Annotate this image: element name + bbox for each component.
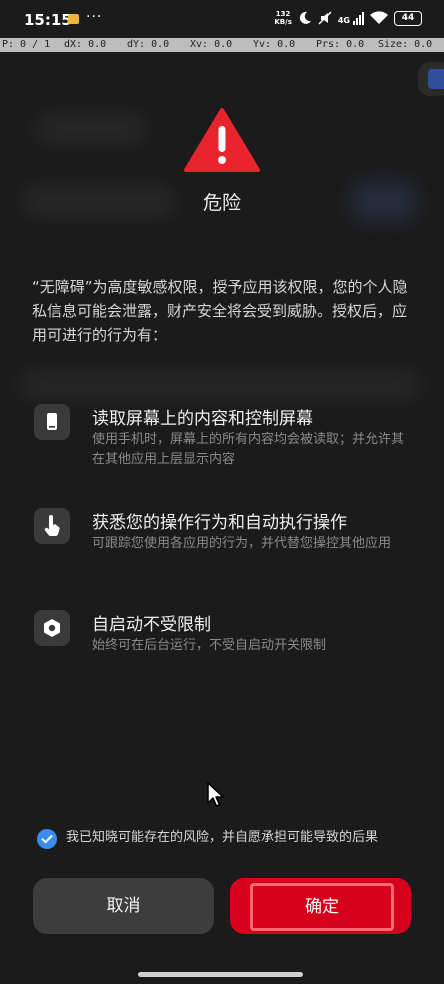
permission-title: 读取屏幕上的内容和控制屏幕 [92, 409, 313, 429]
dialog-description: “无障碍”为高度敏感权限，授予应用该权限，您的个人隐私信息可能会泄露，财产安全将… [32, 278, 408, 344]
permission-title: 自启动不受限制 [92, 615, 211, 635]
consent-checkbox[interactable] [37, 829, 57, 849]
mute-icon [318, 11, 332, 25]
confirm-button-label: 确定 [250, 883, 394, 931]
status-time: 15:15 [24, 11, 72, 29]
debug-size: Size: 0.0 [378, 39, 433, 50]
hexagon-gear-icon [34, 610, 70, 646]
debug-prs: Prs: 0.0 [316, 39, 365, 50]
debug-p: P: 0 / 1 [2, 39, 51, 50]
notification-icon [68, 14, 79, 24]
battery-icon: 44 [394, 10, 422, 26]
status-icons: 132 KB/s 4G 44 [274, 10, 422, 26]
confirm-button[interactable]: 确定 [230, 878, 411, 934]
floating-edge-tab[interactable] [418, 62, 444, 96]
permission-subtitle: 可跟踪您使用各应用的行为，并代替您操控其他应用 [92, 536, 392, 551]
touch-hand-icon [34, 508, 70, 544]
debug-dx: dX: 0.0 [64, 39, 107, 50]
signal-4g-icon: 4G [338, 11, 364, 25]
permission-subtitle: 使用手机时，屏幕上的所有内容均会被读取；并允许其在其他应用上层显示内容 [92, 432, 405, 467]
warning-triangle-icon [184, 108, 260, 172]
phone-screen-icon [34, 404, 70, 440]
background-blur-1 [36, 115, 146, 143]
status-bar: 15:15 ··· 132 KB/s 4G 44 [0, 0, 444, 38]
wifi-icon [370, 11, 388, 24]
cancel-button[interactable]: 取消 [33, 878, 214, 934]
debug-yv: Yv: 0.0 [253, 39, 296, 50]
mouse-cursor-icon [207, 782, 224, 807]
debug-dy: dY: 0.0 [127, 39, 170, 50]
dnd-moon-icon [299, 11, 311, 24]
background-blur-4 [20, 372, 420, 398]
permission-title: 获悉您的操作行为和自动执行操作 [92, 513, 347, 533]
dialog-title: 危险 [202, 192, 241, 214]
debug-xv: Xv: 0.0 [190, 39, 233, 50]
network-speed: 132 KB/s [274, 10, 292, 26]
home-indicator[interactable] [138, 972, 303, 977]
more-notifications-icon: ··· [86, 9, 103, 25]
pointer-debug-bar: P: 0 / 1 dX: 0.0 dY: 0.0 Xv: 0.0 Yv: 0.0… [0, 38, 444, 52]
checkmark-icon [41, 835, 53, 844]
consent-label[interactable]: 我已知晓可能存在的风险，并自愿承担可能导致的后果 [66, 828, 411, 847]
permission-subtitle: 始终可在后台运行，不受自启动开关限制 [92, 638, 327, 653]
